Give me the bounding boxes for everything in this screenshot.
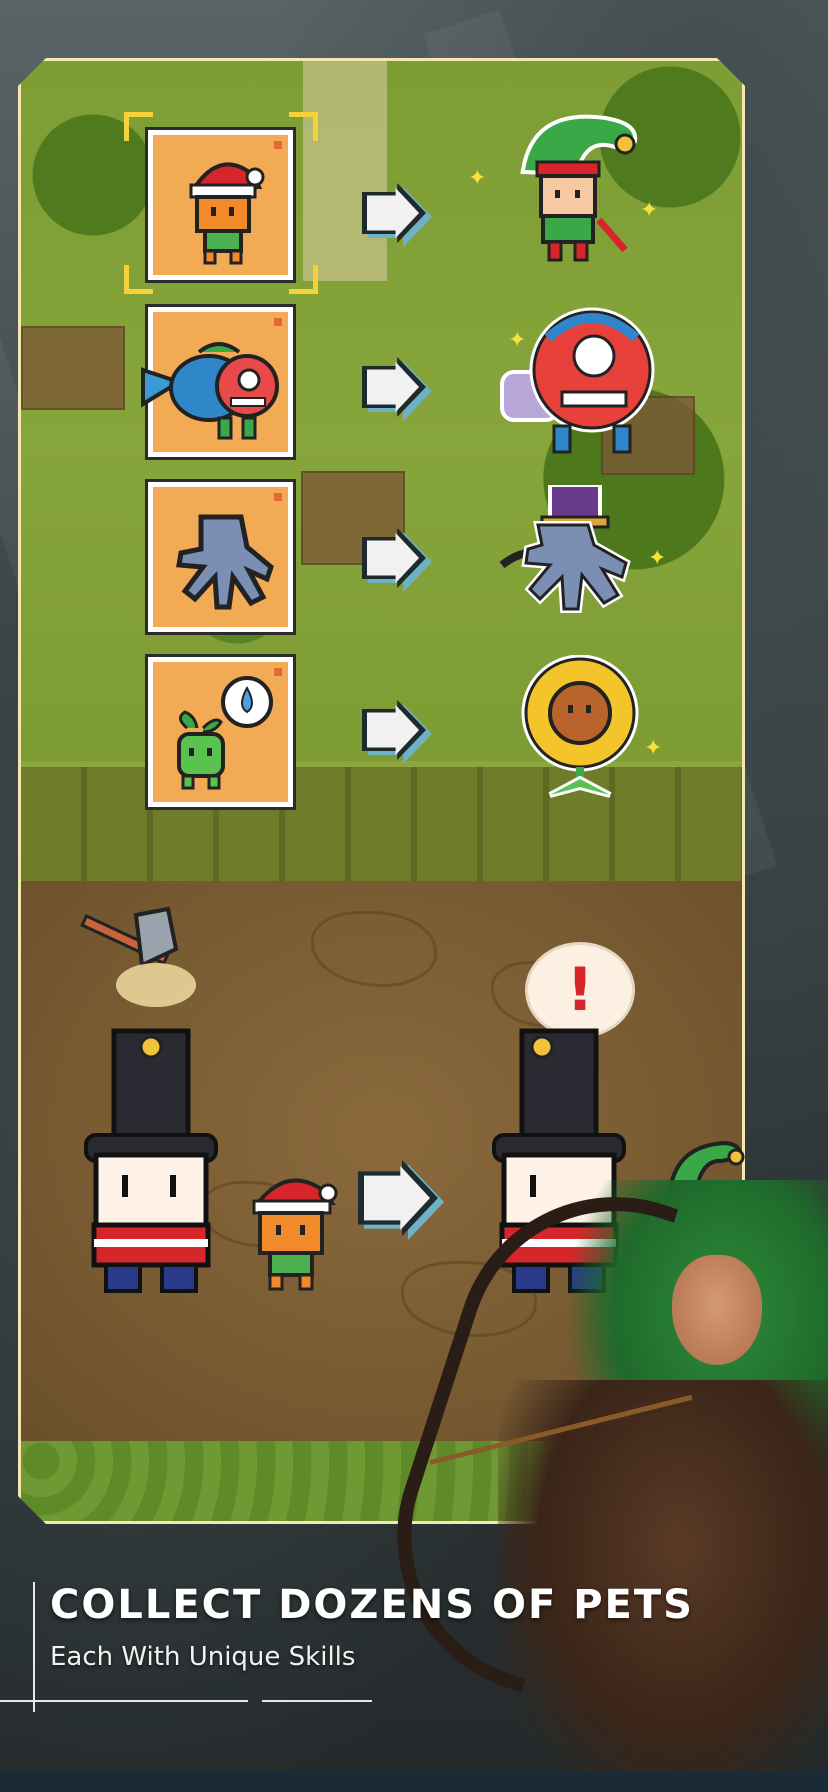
dragon-fish-icon [141, 342, 279, 440]
pet-card-santa-kid[interactable] [148, 130, 293, 280]
sparkle-icon: ✦ [644, 736, 663, 761]
evolve-arrow-icon [362, 528, 434, 592]
pet-card-seedling[interactable] [148, 657, 293, 807]
hatchet-item-icon [80, 906, 196, 1007]
seedling-icon [177, 676, 273, 790]
santa-kid-icon [189, 162, 265, 265]
zombie-hand-hat-pet-icon [499, 485, 631, 613]
bottom-strip [0, 1772, 828, 1792]
sparkle-icon: ✦ [640, 198, 659, 223]
evolve-arrow-icon [358, 1160, 444, 1240]
pet-card-zombie-hand[interactable] [148, 482, 293, 632]
evolve-arrow-icon [362, 700, 434, 764]
elf-pet-icon [520, 114, 638, 262]
sparkle-icon: ✦ [468, 166, 487, 191]
caption-title: COLLECT DOZENS OF PETS [50, 1582, 694, 1628]
stone-path [303, 61, 387, 281]
sparkle-icon: ✦ [648, 546, 667, 571]
decorative-line [0, 1700, 248, 1702]
dirt-patch [21, 326, 125, 410]
alert-symbol: ! [566, 955, 594, 1025]
pet-card-dragon-fish[interactable] [141, 307, 293, 457]
caption-subtitle: Each With Unique Skills [50, 1642, 356, 1672]
alert-bubble: ! [525, 942, 635, 1038]
decorative-line [33, 1582, 35, 1712]
zombie-hand-icon [176, 514, 274, 610]
evolve-arrow-icon [362, 183, 434, 247]
sunflower-pet-icon [521, 655, 639, 798]
santa-kid-companion [252, 1178, 338, 1291]
soldier-character [84, 1028, 218, 1293]
decorative-line [262, 1700, 372, 1702]
lion-dance-pet-icon [500, 307, 655, 454]
evolve-arrow-icon [362, 357, 434, 421]
